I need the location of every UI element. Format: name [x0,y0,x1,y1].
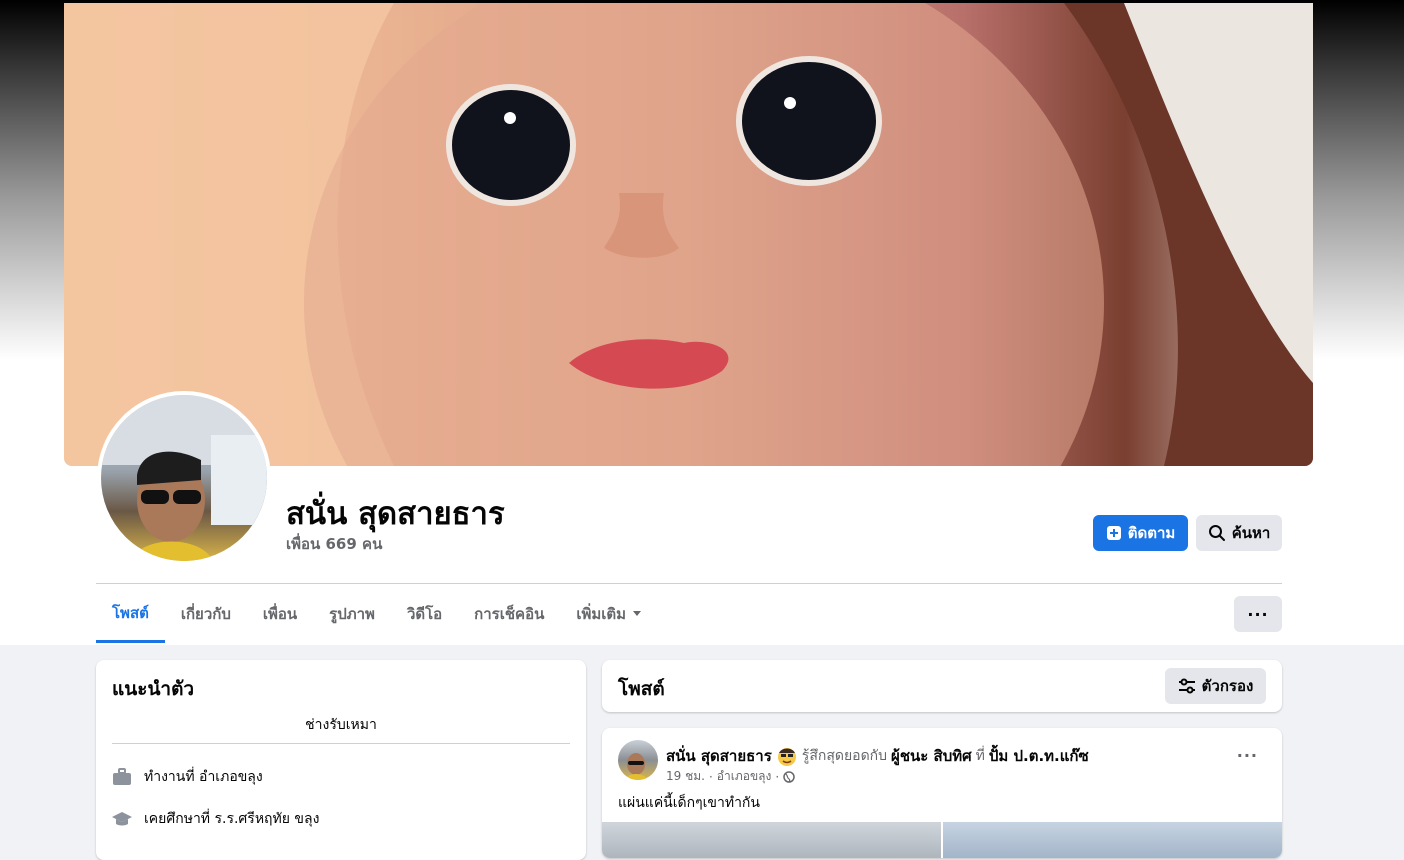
tab-photos[interactable]: รูปภาพ [313,585,391,643]
post-menu-button[interactable]: ··· [1237,746,1258,765]
search-label: ค้นหา [1231,524,1271,542]
cover-illustration [64,3,1313,466]
post-place[interactable]: ปั้ม ป.ต.ท.แก๊ซ [989,744,1089,768]
work-row: ทำงานที่ อำเภอขลุง [112,766,263,788]
post-at-word: ที่ [975,748,985,764]
caret-down-icon [633,611,642,616]
follow-button[interactable]: ติดตาม [1093,515,1188,551]
work-text: ทำงานที่ อำเภอขลุง [144,769,263,785]
profile-tabs: โพสต์ เกี่ยวกับ เพื่อน รูปภาพ วิดีโอ การ… [96,585,658,645]
meta-separator: · [708,769,713,784]
tab-more[interactable]: เพิ่มเติม [560,585,658,643]
follow-icon [1106,526,1121,540]
filter-label: ตัวกรอง [1201,677,1254,695]
post-image[interactable] [602,822,941,858]
post-text: แผ่นแค่นี้เด็กๆเขาทำกัน [618,795,760,811]
feeling-emoji-icon [777,748,796,766]
post-tagged-person[interactable]: ผู้ชนะ สิบทิศ [891,744,972,768]
tab-checkins[interactable]: การเช็คอิน [458,585,560,643]
post-author-name[interactable]: สนั่น สุดสายธาร [666,744,772,768]
intro-title: แนะนำตัว [112,678,195,700]
header-divider [96,583,1282,584]
tab-label: วิดีโอ [406,605,443,623]
filter-button[interactable]: ตัวกรอง [1165,668,1266,704]
post-location[interactable]: อำเภอขลุง [717,767,772,786]
post-image[interactable] [943,822,1282,858]
tab-posts[interactable]: โพสต์ [96,585,165,643]
tab-label: รูปภาพ [329,605,375,623]
post-feeling: รู้สึกสุดยอดกับ [801,748,888,764]
graduation-cap-icon [112,812,132,826]
posts-header-card: โพสต์ ตัวกรอง [602,660,1282,712]
briefcase-icon [113,768,131,785]
globe-icon [783,770,795,783]
tab-videos[interactable]: วิดีโอ [391,585,458,643]
tab-label: เกี่ยวกับ [180,605,231,623]
tab-about[interactable]: เกี่ยวกับ [165,585,247,643]
education-text: เคยศึกษาที่ ร.ร.ศรีหฤทัย ขลุง [144,811,320,827]
tab-label: โพสต์ [112,603,149,622]
profile-avatar[interactable] [97,391,271,565]
avatar-photo [101,395,267,561]
post-avatar-photo [624,753,648,780]
post-meta: 19 ชม. · อำเภอขลุง · [666,767,795,786]
tab-label: เพิ่มเติม [576,605,627,623]
cover-photo[interactable] [64,3,1313,466]
profile-name: สนั่น สุดสายธาร [286,496,505,532]
intro-divider [112,743,570,744]
search-icon [1208,525,1225,541]
friends-count[interactable]: เพื่อน 669 คน [286,532,382,556]
tab-label: การเช็คอิน [474,605,545,623]
posts-title: โพสต์ [618,678,665,700]
post-card: สนั่น สุดสายธาร รู้สึกสุดยอดกับ ผู้ชนะ ส… [602,728,1282,858]
intro-bio: ช่างรับเหมา [305,717,377,733]
search-button[interactable]: ค้นหา [1196,515,1282,551]
tab-label: เพื่อน [262,605,298,623]
intro-card: แนะนำตัว ช่างรับเหมา ทำงานที่ อำเภอขลุง … [96,660,586,860]
post-header-line: สนั่น สุดสายธาร รู้สึกสุดยอดกับ ผู้ชนะ ส… [666,744,1089,768]
follow-label: ติดตาม [1127,524,1176,542]
education-row: เคยศึกษาที่ ร.ร.ศรีหฤทัย ขลุง [112,808,319,830]
meta-separator: · [775,769,780,784]
post-time[interactable]: 19 ชม. [666,767,705,786]
post-author-avatar[interactable] [618,740,658,780]
more-options-button[interactable]: ··· [1234,596,1282,632]
filter-icon [1178,678,1195,694]
tab-friends[interactable]: เพื่อน [247,585,313,643]
